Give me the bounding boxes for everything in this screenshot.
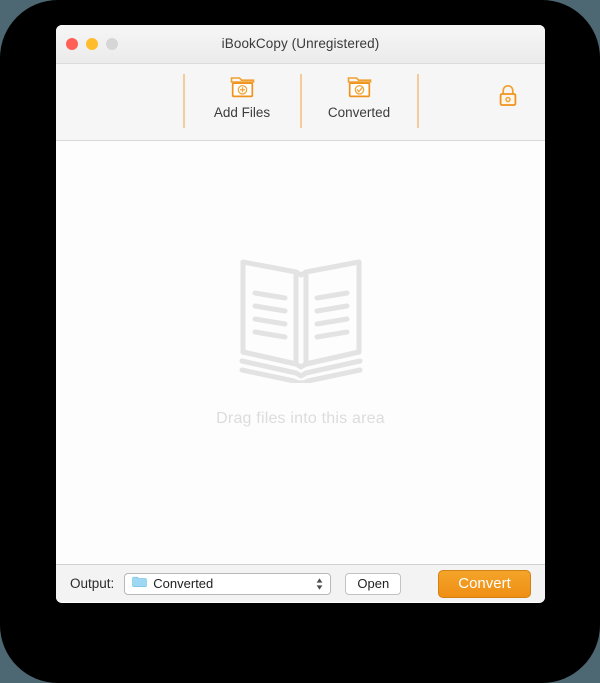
lock-button[interactable] — [493, 83, 523, 113]
converted-label: Converted — [327, 105, 391, 120]
footer-bar: Output: Converted Open Convert — [56, 564, 545, 602]
output-label: Output: — [70, 576, 115, 591]
output-folder-select[interactable]: Converted — [124, 572, 332, 595]
open-button[interactable]: Open — [345, 572, 402, 595]
device-frame: iBookCopy (Unregistered) Add Files Conve… — [0, 0, 600, 683]
converted-button[interactable]: Converted — [311, 72, 407, 132]
drop-area-hint: Drag files into this area — [216, 410, 385, 427]
window-titlebar: iBookCopy (Unregistered) — [56, 25, 545, 64]
chevron-updown-icon[interactable] — [314, 576, 325, 592]
folder-icon — [132, 575, 148, 593]
toolbar-divider-middle — [300, 74, 301, 128]
add-files-button[interactable]: Add Files — [194, 72, 290, 132]
folder-plus-icon — [229, 73, 255, 101]
toolbar-button-group: Add Files Converted — [173, 72, 428, 132]
toolbar: Add Files Converted — [56, 64, 545, 141]
output-folder-value: Converted — [153, 576, 214, 591]
open-book-icon — [238, 251, 364, 388]
add-files-label: Add Files — [213, 105, 271, 120]
app-window: iBookCopy (Unregistered) Add Files Conve… — [56, 25, 545, 603]
toolbar-divider-left — [183, 74, 184, 128]
lock-closed-icon — [497, 83, 519, 114]
file-drop-area[interactable]: Drag files into this area — [56, 141, 545, 564]
convert-button[interactable]: Convert — [438, 569, 531, 598]
toolbar-divider-right — [417, 74, 418, 128]
folder-check-icon — [346, 73, 372, 101]
window-title: iBookCopy (Unregistered) — [221, 36, 380, 51]
